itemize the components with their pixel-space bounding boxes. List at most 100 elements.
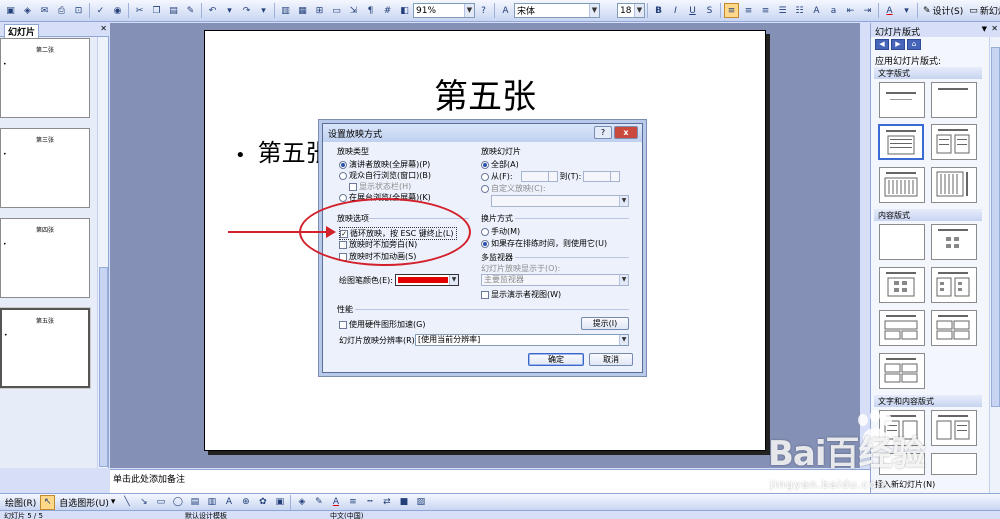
help-icon[interactable]: ? — [476, 3, 491, 18]
increase-indent-icon[interactable]: ⇥ — [860, 3, 875, 18]
permission-icon[interactable]: ◈ — [20, 3, 35, 18]
slide-thumbnail[interactable]: 第二张 • — [0, 38, 90, 118]
cancel-button[interactable]: 取消 — [589, 353, 633, 366]
ok-button[interactable]: 确定 — [528, 353, 584, 366]
presenter-view-option[interactable]: 显示演示者视图(W) — [481, 289, 561, 300]
shadow-button[interactable]: S — [702, 3, 717, 18]
font-color-button[interactable]: A — [882, 3, 897, 18]
vertical-textbox-icon[interactable]: ▥ — [204, 495, 219, 510]
layout-title-two-content[interactable] — [931, 267, 977, 303]
insert-table-icon[interactable]: ▦ — [295, 3, 310, 18]
zoom-select[interactable]: 91% ▼ — [413, 3, 475, 18]
grid-icon[interactable]: # — [380, 3, 395, 18]
insert-chart-icon[interactable]: ▥ — [278, 3, 293, 18]
decrease-indent-icon[interactable]: ⇤ — [843, 3, 858, 18]
manual-option[interactable]: 手动(M) — [481, 226, 520, 237]
underline-button[interactable]: U — [685, 3, 700, 18]
bold-button[interactable]: B — [651, 3, 666, 18]
fill-color-icon[interactable]: ◈ — [294, 495, 309, 510]
increase-font-icon[interactable]: A — [809, 3, 824, 18]
tables-borders-icon[interactable]: ⊞ — [312, 3, 327, 18]
copy-icon[interactable]: ❐ — [149, 3, 164, 18]
layout-content-grid[interactable] — [879, 353, 925, 389]
tab-slides[interactable]: 幻灯片 — [4, 24, 40, 38]
pen-color-select[interactable]: ▼ — [395, 274, 459, 286]
line-style-icon[interactable]: ≡ — [345, 495, 360, 510]
diagram-icon[interactable]: ⊕ — [238, 495, 253, 510]
slide-thumbnail-selected[interactable]: 第五张 • — [0, 307, 91, 389]
help-button[interactable]: ? — [594, 126, 612, 139]
bullets-icon[interactable]: ☷ — [792, 3, 807, 18]
slide-thumbnail[interactable]: 第三张 • — [0, 128, 90, 208]
from-input[interactable] — [520, 171, 549, 182]
layout-title-bar[interactable] — [931, 82, 977, 118]
numbering-icon[interactable]: ☰ — [775, 3, 790, 18]
italic-button[interactable]: I — [668, 3, 683, 18]
autoshapes-menu[interactable]: 自选图形(U) ▾ — [56, 496, 118, 509]
paste-icon[interactable]: ▤ — [166, 3, 181, 18]
layout-title-content-2-content[interactable] — [879, 310, 925, 346]
print-preview-icon[interactable]: ⊡ — [71, 3, 86, 18]
save-icon[interactable]: ▣ — [3, 3, 18, 18]
from-spin[interactable] — [547, 171, 558, 182]
insert-textbox-icon[interactable]: ▭ — [329, 3, 344, 18]
layout-two-content-text[interactable] — [931, 453, 977, 475]
arrow-icon[interactable]: ↘ — [136, 495, 151, 510]
slide-body[interactable]: • 第五张 — [235, 133, 330, 168]
rectangle-icon[interactable]: ▭ — [153, 495, 168, 510]
layout-title-text-selected[interactable] — [878, 124, 924, 160]
slide-title[interactable]: 第五张 — [205, 69, 765, 118]
radio-selected[interactable] — [339, 160, 347, 169]
radio[interactable] — [339, 171, 347, 180]
dash-style-icon[interactable]: ┅ — [362, 495, 377, 510]
hardware-accel-option[interactable]: 使用硬件图形加速(G) — [339, 319, 425, 330]
arrow-style-icon[interactable]: ⇄ — [379, 495, 394, 510]
color-grayscale-icon[interactable]: ◧ — [397, 3, 412, 18]
custom-show-option[interactable]: 自定义放映(C): — [481, 183, 546, 194]
individual-window-option[interactable]: 观众自行浏览(窗口)(B) — [339, 170, 431, 181]
radio[interactable] — [481, 184, 489, 193]
font-name-select[interactable]: 宋体 ▼ — [514, 3, 600, 18]
layout-blank[interactable] — [879, 224, 925, 260]
close-icon[interactable]: ✕ — [991, 24, 998, 33]
presenter-option[interactable]: 演讲者放映(全屏幕)(P) — [339, 159, 430, 170]
scrollbar-thumb[interactable] — [99, 267, 108, 467]
layout-content-text[interactable] — [931, 410, 977, 446]
font-style-icon[interactable]: A — [498, 3, 513, 18]
all-slides-option[interactable]: 全部(A) — [481, 159, 519, 170]
expand-icon[interactable]: ⇲ — [346, 3, 361, 18]
show-formatting-icon[interactable]: ¶ — [363, 3, 378, 18]
resolution-select[interactable]: [使用当前分辨率] ▼ — [415, 334, 629, 346]
layout-content[interactable] — [931, 224, 977, 260]
textbox-icon[interactable]: ▤ — [187, 495, 202, 510]
slide-thumbnail[interactable]: 第四张 • — [0, 218, 90, 298]
back-icon[interactable]: ◀ — [875, 39, 889, 50]
chevron-down-icon[interactable]: ▼ — [982, 25, 987, 33]
radio[interactable] — [339, 193, 347, 202]
radio-selected[interactable] — [481, 160, 489, 169]
layout-two-column-text[interactable] — [931, 124, 977, 160]
layout-title-only[interactable] — [879, 82, 925, 118]
oval-icon[interactable]: ◯ — [170, 495, 185, 510]
close-button[interactable]: x — [614, 126, 638, 139]
shadow-style-icon[interactable]: ■ — [396, 495, 411, 510]
layout-vertical-title-text[interactable] — [931, 167, 977, 203]
undo-icon[interactable]: ↶ — [205, 3, 220, 18]
new-slide-button[interactable]: ▭ 新幻灯片(N) — [966, 4, 1000, 18]
to-input[interactable] — [583, 171, 612, 182]
monitor-select[interactable]: 主要监视器 ▼ — [481, 274, 629, 286]
wordart-icon[interactable]: A — [221, 495, 236, 510]
picture-icon[interactable]: ▣ — [272, 495, 287, 510]
radio[interactable] — [481, 227, 489, 236]
3d-style-icon[interactable]: ▨ — [413, 495, 428, 510]
cut-icon[interactable]: ✂ — [132, 3, 147, 18]
checkbox[interactable] — [339, 320, 347, 329]
close-icon[interactable]: ✕ — [100, 24, 107, 33]
redo-icon[interactable]: ↷ — [239, 3, 254, 18]
decrease-font-icon[interactable]: a — [826, 3, 841, 18]
layout-vertical-text[interactable] — [879, 167, 925, 203]
spelling-icon[interactable]: ✓ — [93, 3, 108, 18]
align-right-icon[interactable]: ≡ — [758, 3, 773, 18]
task-pane-scrollbar[interactable] — [989, 37, 1000, 493]
draw-menu[interactable]: 绘图(R) — [2, 496, 39, 509]
